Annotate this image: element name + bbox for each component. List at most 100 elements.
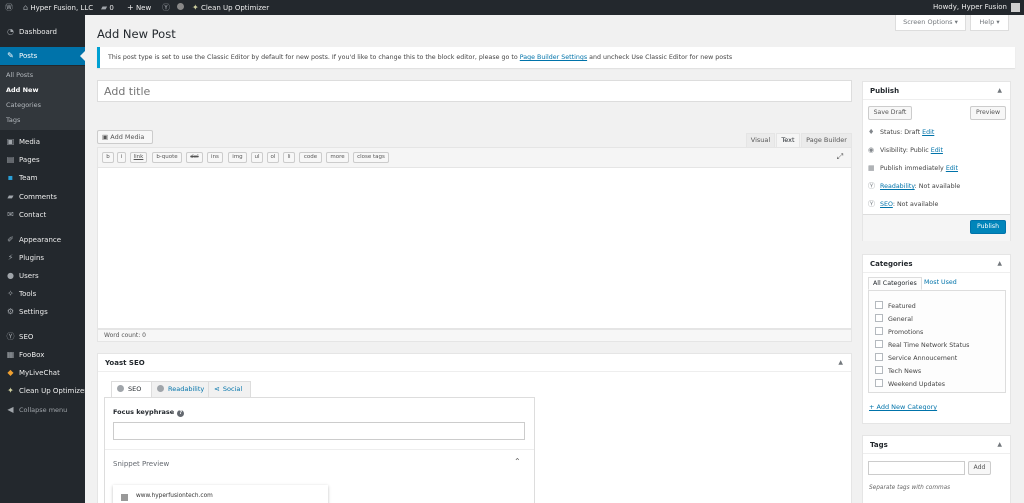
wordpress-logo-icon[interactable]: Ⓦ xyxy=(5,0,13,15)
tags-header[interactable]: Tags ▲ xyxy=(863,436,1010,454)
sidebar-item-plugins[interactable]: ⚡ Plugins xyxy=(0,249,85,267)
tab-visual[interactable]: Visual xyxy=(746,133,775,147)
add-media-button[interactable]: ▣ Add Media xyxy=(97,130,153,144)
yoast-tab-social[interactable]: ⋖ Social xyxy=(208,381,251,398)
checkbox[interactable] xyxy=(875,301,883,309)
checkbox[interactable] xyxy=(875,379,883,387)
category-item[interactable]: Weekend Updates xyxy=(875,379,945,388)
collapse-menu-button[interactable]: ◀ Collapse menu xyxy=(0,401,85,419)
sidebar-item-foobox[interactable]: ▦ FooBox xyxy=(0,346,85,364)
quicktag-ul[interactable]: ul xyxy=(251,152,263,163)
settings-icon: ⚙ xyxy=(6,307,15,316)
checkbox[interactable] xyxy=(875,340,883,348)
sidebar-item-posts[interactable]: ✎ Posts xyxy=(0,47,85,65)
quicktag-img[interactable]: img xyxy=(228,152,247,163)
submenu-tags[interactable]: Tags xyxy=(6,113,20,128)
add-new-category-link[interactable]: + Add New Category xyxy=(869,403,937,411)
post-title-input[interactable] xyxy=(97,80,852,102)
help-icon[interactable]: ? xyxy=(177,410,185,417)
seo-link[interactable]: SEO xyxy=(880,201,893,208)
comments-link[interactable]: ▰ 0 xyxy=(101,0,114,15)
edit-status-link[interactable]: Edit xyxy=(922,129,934,136)
publish-header[interactable]: Publish ▲ xyxy=(863,82,1010,100)
checkbox[interactable] xyxy=(875,353,883,361)
word-count: Word count: 0 xyxy=(97,329,852,342)
screen-options-label: Screen Options xyxy=(903,18,953,26)
sidebar-item-media[interactable]: ▣ Media xyxy=(0,133,85,151)
sidebar-item-settings[interactable]: ⚙ Settings xyxy=(0,303,85,321)
sidebar-item-cleanup-optimizer[interactable]: ✦ Clean Up Optimizer xyxy=(0,382,87,400)
quicktag-link[interactable]: link xyxy=(130,152,147,163)
howdy-account[interactable]: Howdy, Hyper Fusion xyxy=(933,0,1007,15)
quicktag-more[interactable]: more xyxy=(326,152,349,163)
save-draft-button[interactable]: Save Draft xyxy=(868,106,912,120)
checkbox[interactable] xyxy=(875,366,883,374)
checkbox[interactable] xyxy=(875,327,883,335)
sidebar-item-contact[interactable]: ✉ Contact xyxy=(0,206,85,224)
sidebar-item-users[interactable]: ● Users xyxy=(0,267,85,285)
visibility-value: Public xyxy=(910,147,929,154)
site-name-link[interactable]: ⌂ Hyper Fusion, LLC xyxy=(23,0,93,15)
tab-all-categories[interactable]: All Categories xyxy=(868,277,922,290)
tab-most-used[interactable]: Most Used xyxy=(920,277,961,290)
status-dot-icon[interactable] xyxy=(177,0,184,15)
category-item[interactable]: Service Annoucement xyxy=(875,353,957,362)
add-tag-button[interactable]: Add xyxy=(968,461,991,475)
quicktag-blockquote[interactable]: b-quote xyxy=(152,152,182,163)
sidebar-item-pages[interactable]: ▤ Pages xyxy=(0,151,85,169)
cleanup-optimizer-link[interactable]: ✦ Clean Up Optimizer xyxy=(192,0,269,15)
focus-keyphrase-input[interactable] xyxy=(113,422,525,440)
sidebar-item-dashboard[interactable]: ◔ Dashboard xyxy=(0,23,85,41)
tab-text[interactable]: Text xyxy=(776,133,800,147)
snippet-preview-heading[interactable]: Snippet Preview xyxy=(113,460,169,468)
toggle-arrow-icon[interactable]: ▲ xyxy=(997,255,1002,273)
quicktag-del[interactable]: del xyxy=(186,152,203,163)
yoast-icon[interactable]: Ⓨ xyxy=(162,0,170,15)
category-item[interactable]: Promotions xyxy=(875,327,923,336)
tag-input[interactable] xyxy=(868,461,965,475)
new-content-link[interactable]: + New xyxy=(127,0,151,15)
category-item[interactable]: General xyxy=(875,314,913,323)
submenu-add-new[interactable]: Add New xyxy=(6,83,38,98)
toggle-arrow-icon[interactable]: ▲ xyxy=(997,436,1002,454)
chevron-up-icon[interactable]: ⌃ xyxy=(514,457,521,466)
tab-page-builder[interactable]: Page Builder xyxy=(801,133,852,147)
sidebar-label: Collapse menu xyxy=(19,406,68,414)
help-button[interactable]: Help ▾ xyxy=(970,15,1009,31)
edit-publish-time-link[interactable]: Edit xyxy=(946,165,958,172)
fullscreen-icon[interactable]: ⤢ xyxy=(835,152,845,162)
sidebar-item-seo[interactable]: Ⓨ SEO xyxy=(0,328,85,346)
yoast-tab-readability[interactable]: Readability xyxy=(151,381,209,398)
quicktag-close-tags[interactable]: close tags xyxy=(353,152,389,163)
toggle-arrow-icon[interactable]: ▲ xyxy=(997,82,1002,100)
categories-header[interactable]: Categories ▲ xyxy=(863,255,1010,273)
screen-options-button[interactable]: Screen Options ▾ xyxy=(895,15,966,31)
post-content-textarea[interactable] xyxy=(97,168,852,329)
sidebar-item-team[interactable]: ▪ Team xyxy=(0,169,85,187)
publish-button[interactable]: Publish xyxy=(970,220,1006,234)
yoast-header[interactable]: Yoast SEO ▲ xyxy=(98,354,851,372)
category-item[interactable]: Real Time Network Status xyxy=(875,340,969,349)
category-item[interactable]: Tech News xyxy=(875,366,921,375)
edit-visibility-link[interactable]: Edit xyxy=(931,147,943,154)
avatar[interactable] xyxy=(1011,3,1020,12)
readability-link[interactable]: Readability xyxy=(880,183,915,190)
category-item[interactable]: Featured xyxy=(875,301,916,310)
sidebar-item-comments[interactable]: ▰ Comments xyxy=(0,188,85,206)
sidebar-item-appearance[interactable]: ✐ Appearance xyxy=(0,231,85,249)
quicktag-bold[interactable]: b xyxy=(102,152,114,163)
quicktag-ol[interactable]: ol xyxy=(267,152,279,163)
quicktag-li[interactable]: li xyxy=(283,152,295,163)
quicktag-code[interactable]: code xyxy=(299,152,322,163)
checkbox[interactable] xyxy=(875,314,883,322)
yoast-tab-seo[interactable]: SEO xyxy=(111,381,152,398)
submenu-categories[interactable]: Categories xyxy=(6,98,41,113)
page-builder-settings-link[interactable]: Page Builder Settings xyxy=(520,54,587,61)
sidebar-item-tools[interactable]: ✧ Tools xyxy=(0,285,85,303)
submenu-all-posts[interactable]: All Posts xyxy=(6,68,33,83)
toggle-arrow-icon[interactable]: ▲ xyxy=(838,354,843,372)
preview-button[interactable]: Preview xyxy=(970,106,1006,120)
sidebar-item-mylivechat[interactable]: ◆ MyLiveChat xyxy=(0,364,85,382)
quicktag-ins[interactable]: ins xyxy=(207,152,223,163)
quicktag-italic[interactable]: i xyxy=(117,152,126,163)
